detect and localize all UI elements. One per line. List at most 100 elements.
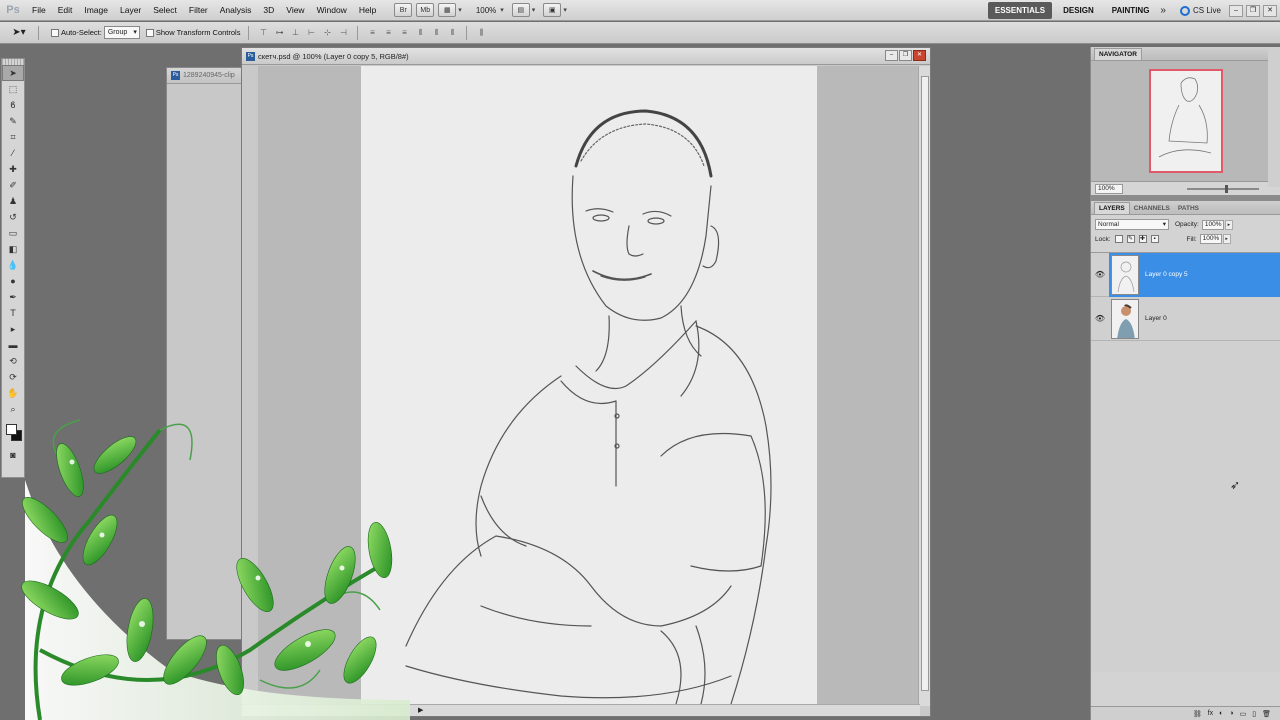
restore-icon[interactable]: ❐ <box>1246 4 1260 17</box>
auto-select-checkbox[interactable] <box>51 28 59 37</box>
marquee-tool-icon[interactable]: ⬚ <box>2 81 24 97</box>
crop-tool-icon[interactable]: ⌗ <box>2 129 24 145</box>
navigator-preview[interactable] <box>1091 61 1280 181</box>
vertical-scroll-thumb[interactable] <box>921 76 929 691</box>
history-brush-tool-icon[interactable]: ↺ <box>2 209 24 225</box>
menu-file[interactable]: File <box>26 5 52 15</box>
doc-close-icon[interactable]: ✕ <box>913 50 926 61</box>
healing-tool-icon[interactable]: ✚ <box>2 161 24 177</box>
minibridge-button[interactable]: Mb <box>416 3 435 17</box>
menu-layer[interactable]: Layer <box>114 5 147 15</box>
fill-field[interactable]: 100% <box>1199 234 1222 244</box>
rectangle-tool-icon[interactable]: ▬ <box>2 337 24 353</box>
layer-item[interactable]: Layer 0 <box>1109 297 1280 341</box>
sketch-canvas[interactable] <box>361 66 817 704</box>
layer-mask-icon[interactable]: ◐ <box>1219 710 1223 717</box>
lock-all-icon[interactable]: ▪ <box>1150 235 1159 243</box>
layer-item[interactable]: Layer 0 copy 5 <box>1109 252 1280 297</box>
blend-mode-select[interactable]: Normal <box>1095 219 1169 230</box>
view-extras-icon[interactable]: ▦ <box>438 3 457 17</box>
horizontal-scrollbar[interactable]: ▶ <box>242 704 920 716</box>
delete-layer-icon[interactable]: 🗑 <box>1262 710 1271 718</box>
panel-icon-strip[interactable] <box>1268 47 1280 187</box>
distribute-top-icon[interactable]: ≡ <box>366 27 378 39</box>
chevron-down-icon[interactable]: ▾ <box>563 6 567 14</box>
opacity-arrow-icon[interactable]: ▸ <box>1224 219 1233 230</box>
distribute-hcenter-icon[interactable]: ⦀ <box>430 27 442 39</box>
new-group-icon[interactable]: ▭ <box>1240 710 1247 718</box>
align-bottom-icon[interactable]: ⊥ <box>289 27 301 39</box>
workspace-essentials[interactable]: ESSENTIALS <box>987 2 1053 19</box>
zoom-tool-icon[interactable]: ⌕ <box>2 401 24 417</box>
menu-edit[interactable]: Edit <box>52 5 79 15</box>
chevron-down-icon[interactable]: ▾ <box>500 6 504 14</box>
visibility-eye-icon[interactable]: 👁 <box>1091 270 1109 279</box>
menu-image[interactable]: Image <box>78 5 114 15</box>
menu-3d[interactable]: 3D <box>257 5 280 15</box>
eyedropper-tool-icon[interactable]: ⁄ <box>2 145 24 161</box>
dodge-tool-icon[interactable]: ● <box>2 273 24 289</box>
slider-knob[interactable] <box>1225 185 1228 193</box>
brush-tool-icon[interactable]: ✐ <box>2 177 24 193</box>
clone-stamp-tool-icon[interactable]: ♟ <box>2 193 24 209</box>
doc-restore-icon[interactable]: ❐ <box>899 50 912 61</box>
quick-select-tool-icon[interactable]: ✎ <box>2 113 24 129</box>
arrange-documents-icon[interactable]: ▤ <box>511 3 530 17</box>
background-document-tab[interactable]: Ps 1289240945-clip <box>167 68 245 84</box>
tab-paths[interactable]: PATHS <box>1174 203 1203 214</box>
minimize-icon[interactable]: – <box>1229 4 1243 17</box>
workspace-painting[interactable]: PAINTING <box>1105 2 1157 19</box>
zoom-level[interactable]: 100% <box>476 6 496 15</box>
3d-orbit-tool-icon[interactable]: ⟳ <box>2 369 24 385</box>
align-right-icon[interactable]: ⊣ <box>337 27 349 39</box>
blur-tool-icon[interactable]: 💧 <box>2 257 24 273</box>
move-tool-icon[interactable]: ➤ <box>2 65 24 81</box>
bridge-button[interactable]: Br <box>394 3 413 17</box>
gradient-tool-icon[interactable]: ◧ <box>2 241 24 257</box>
distribute-left-icon[interactable]: ⦀ <box>414 27 426 39</box>
menu-select[interactable]: Select <box>147 5 183 15</box>
hand-tool-icon[interactable]: ✋ <box>2 385 24 401</box>
eraser-tool-icon[interactable]: ▭ <box>2 225 24 241</box>
adjustment-layer-icon[interactable]: ◑ <box>1229 710 1233 717</box>
navigator-thumbnail[interactable] <box>1149 69 1223 173</box>
tool-preset-picker[interactable]: ➤▾ <box>6 25 32 41</box>
align-hcenter-icon[interactable]: ⊹ <box>321 27 333 39</box>
layer-row[interactable]: 👁 Layer 0 <box>1091 297 1280 341</box>
lock-pixels-icon[interactable]: ✎ <box>1126 235 1135 243</box>
auto-select-dropdown[interactable]: Group <box>103 26 140 39</box>
menu-view[interactable]: View <box>280 5 310 15</box>
tab-navigator[interactable]: NAVIGATOR <box>1094 48 1142 60</box>
auto-align-icon[interactable]: ⫼ <box>475 27 487 39</box>
more-workspaces-button[interactable]: » <box>1160 5 1166 16</box>
lock-position-icon[interactable]: ✚ <box>1138 235 1147 243</box>
quick-mask-icon[interactable]: ◙ <box>2 447 24 463</box>
fill-arrow-icon[interactable]: ▸ <box>1222 234 1231 244</box>
menu-analysis[interactable]: Analysis <box>214 5 258 15</box>
cs-live-button[interactable]: CS Live <box>1179 5 1221 16</box>
chevron-down-icon[interactable]: ▾ <box>532 6 536 14</box>
workspace-design[interactable]: DESIGN <box>1056 2 1101 19</box>
navigator-zoom-field[interactable]: 100% <box>1095 183 1123 194</box>
link-layers-icon[interactable]: ⛓ <box>1193 710 1202 718</box>
pen-tool-icon[interactable]: ✒ <box>2 289 24 305</box>
menu-help[interactable]: Help <box>353 5 382 15</box>
doc-minimize-icon[interactable]: – <box>885 50 898 61</box>
color-swatches[interactable] <box>2 421 24 447</box>
background-document-window[interactable]: Ps 1289240945-clip <box>166 67 246 640</box>
lasso-tool-icon[interactable]: ϐ <box>2 97 24 113</box>
3d-rotate-tool-icon[interactable]: ⟲ <box>2 353 24 369</box>
tab-layers[interactable]: LAYERS <box>1094 202 1130 214</box>
tab-channels[interactable]: CHANNELS <box>1130 203 1174 214</box>
layer-row[interactable]: 👁 Layer 0 copy 5 <box>1091 252 1280 297</box>
menu-filter[interactable]: Filter <box>183 5 214 15</box>
layer-style-icon[interactable]: fx <box>1208 710 1213 717</box>
path-select-tool-icon[interactable]: ▸ <box>2 321 24 337</box>
distribute-right-icon[interactable]: ⦀ <box>446 27 458 39</box>
main-document-tab[interactable]: Ps скетч.psd @ 100% (Layer 0 copy 5, RGB… <box>242 48 930 65</box>
screen-mode-icon[interactable]: ▣ <box>543 3 562 17</box>
canvas-area[interactable] <box>258 66 919 704</box>
chevron-down-icon[interactable]: ▾ <box>458 6 462 14</box>
opacity-field[interactable]: 100% <box>1201 219 1224 230</box>
foreground-color-swatch[interactable] <box>6 424 17 435</box>
